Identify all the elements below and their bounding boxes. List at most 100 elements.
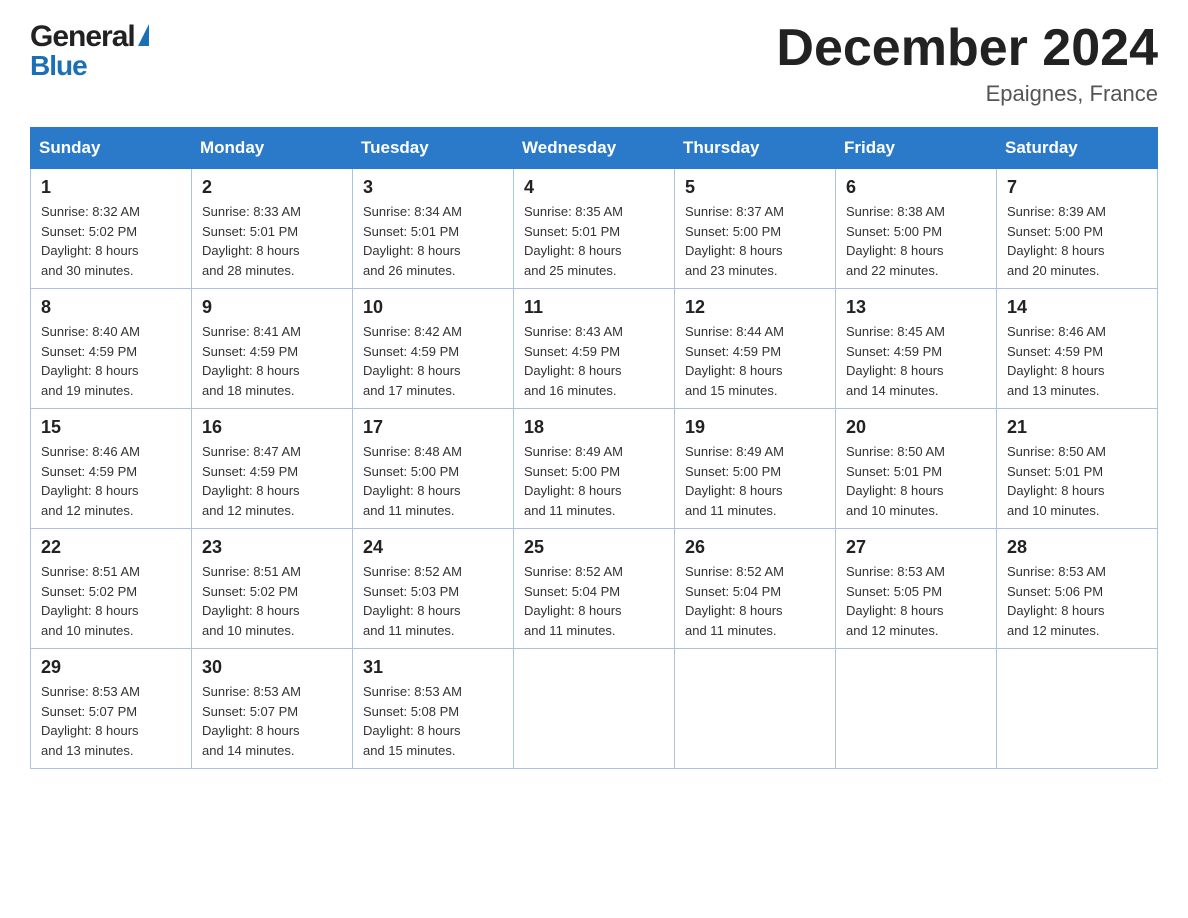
weekday-header-sunday: Sunday xyxy=(31,128,192,169)
calendar-table: SundayMondayTuesdayWednesdayThursdayFrid… xyxy=(30,127,1158,769)
week-row-3: 15 Sunrise: 8:46 AM Sunset: 4:59 PM Dayl… xyxy=(31,409,1158,529)
day-number: 9 xyxy=(202,297,342,318)
day-info: Sunrise: 8:53 AM Sunset: 5:08 PM Dayligh… xyxy=(363,682,503,760)
day-info: Sunrise: 8:42 AM Sunset: 4:59 PM Dayligh… xyxy=(363,322,503,400)
day-number: 28 xyxy=(1007,537,1147,558)
day-info: Sunrise: 8:47 AM Sunset: 4:59 PM Dayligh… xyxy=(202,442,342,520)
logo: General Blue xyxy=(30,20,149,82)
day-info: Sunrise: 8:43 AM Sunset: 4:59 PM Dayligh… xyxy=(524,322,664,400)
calendar-cell xyxy=(997,649,1158,769)
day-info: Sunrise: 8:39 AM Sunset: 5:00 PM Dayligh… xyxy=(1007,202,1147,280)
calendar-cell: 4 Sunrise: 8:35 AM Sunset: 5:01 PM Dayli… xyxy=(514,169,675,289)
calendar-cell: 17 Sunrise: 8:48 AM Sunset: 5:00 PM Dayl… xyxy=(353,409,514,529)
logo-blue-text: Blue xyxy=(30,50,87,82)
day-info: Sunrise: 8:52 AM Sunset: 5:04 PM Dayligh… xyxy=(524,562,664,640)
calendar-cell: 13 Sunrise: 8:45 AM Sunset: 4:59 PM Dayl… xyxy=(836,289,997,409)
calendar-cell: 15 Sunrise: 8:46 AM Sunset: 4:59 PM Dayl… xyxy=(31,409,192,529)
day-number: 20 xyxy=(846,417,986,438)
day-info: Sunrise: 8:33 AM Sunset: 5:01 PM Dayligh… xyxy=(202,202,342,280)
calendar-cell: 20 Sunrise: 8:50 AM Sunset: 5:01 PM Dayl… xyxy=(836,409,997,529)
day-number: 29 xyxy=(41,657,181,678)
calendar-cell: 18 Sunrise: 8:49 AM Sunset: 5:00 PM Dayl… xyxy=(514,409,675,529)
calendar-cell: 29 Sunrise: 8:53 AM Sunset: 5:07 PM Dayl… xyxy=(31,649,192,769)
day-number: 23 xyxy=(202,537,342,558)
day-number: 4 xyxy=(524,177,664,198)
day-info: Sunrise: 8:41 AM Sunset: 4:59 PM Dayligh… xyxy=(202,322,342,400)
calendar-cell: 27 Sunrise: 8:53 AM Sunset: 5:05 PM Dayl… xyxy=(836,529,997,649)
weekday-header-monday: Monday xyxy=(192,128,353,169)
day-info: Sunrise: 8:38 AM Sunset: 5:00 PM Dayligh… xyxy=(846,202,986,280)
calendar-cell: 8 Sunrise: 8:40 AM Sunset: 4:59 PM Dayli… xyxy=(31,289,192,409)
day-number: 1 xyxy=(41,177,181,198)
calendar-cell: 14 Sunrise: 8:46 AM Sunset: 4:59 PM Dayl… xyxy=(997,289,1158,409)
day-number: 30 xyxy=(202,657,342,678)
day-info: Sunrise: 8:34 AM Sunset: 5:01 PM Dayligh… xyxy=(363,202,503,280)
day-number: 7 xyxy=(1007,177,1147,198)
calendar-cell xyxy=(836,649,997,769)
day-number: 26 xyxy=(685,537,825,558)
calendar-cell: 7 Sunrise: 8:39 AM Sunset: 5:00 PM Dayli… xyxy=(997,169,1158,289)
week-row-5: 29 Sunrise: 8:53 AM Sunset: 5:07 PM Dayl… xyxy=(31,649,1158,769)
logo-general-text: General xyxy=(30,20,135,54)
logo-triangle-icon xyxy=(138,24,149,46)
day-number: 22 xyxy=(41,537,181,558)
day-info: Sunrise: 8:51 AM Sunset: 5:02 PM Dayligh… xyxy=(202,562,342,640)
calendar-cell: 30 Sunrise: 8:53 AM Sunset: 5:07 PM Dayl… xyxy=(192,649,353,769)
calendar-cell: 22 Sunrise: 8:51 AM Sunset: 5:02 PM Dayl… xyxy=(31,529,192,649)
calendar-cell: 5 Sunrise: 8:37 AM Sunset: 5:00 PM Dayli… xyxy=(675,169,836,289)
page-header: General Blue December 2024 Epaignes, Fra… xyxy=(30,20,1158,107)
calendar-cell: 21 Sunrise: 8:50 AM Sunset: 5:01 PM Dayl… xyxy=(997,409,1158,529)
day-info: Sunrise: 8:40 AM Sunset: 4:59 PM Dayligh… xyxy=(41,322,181,400)
calendar-cell: 23 Sunrise: 8:51 AM Sunset: 5:02 PM Dayl… xyxy=(192,529,353,649)
weekday-header-wednesday: Wednesday xyxy=(514,128,675,169)
calendar-cell: 6 Sunrise: 8:38 AM Sunset: 5:00 PM Dayli… xyxy=(836,169,997,289)
day-info: Sunrise: 8:53 AM Sunset: 5:07 PM Dayligh… xyxy=(202,682,342,760)
day-number: 14 xyxy=(1007,297,1147,318)
day-info: Sunrise: 8:53 AM Sunset: 5:07 PM Dayligh… xyxy=(41,682,181,760)
day-number: 8 xyxy=(41,297,181,318)
week-row-1: 1 Sunrise: 8:32 AM Sunset: 5:02 PM Dayli… xyxy=(31,169,1158,289)
day-number: 18 xyxy=(524,417,664,438)
calendar-cell: 19 Sunrise: 8:49 AM Sunset: 5:00 PM Dayl… xyxy=(675,409,836,529)
calendar-cell: 16 Sunrise: 8:47 AM Sunset: 4:59 PM Dayl… xyxy=(192,409,353,529)
day-number: 16 xyxy=(202,417,342,438)
calendar-cell: 3 Sunrise: 8:34 AM Sunset: 5:01 PM Dayli… xyxy=(353,169,514,289)
calendar-cell: 9 Sunrise: 8:41 AM Sunset: 4:59 PM Dayli… xyxy=(192,289,353,409)
calendar-cell: 11 Sunrise: 8:43 AM Sunset: 4:59 PM Dayl… xyxy=(514,289,675,409)
day-number: 12 xyxy=(685,297,825,318)
day-info: Sunrise: 8:45 AM Sunset: 4:59 PM Dayligh… xyxy=(846,322,986,400)
calendar-cell: 26 Sunrise: 8:52 AM Sunset: 5:04 PM Dayl… xyxy=(675,529,836,649)
calendar-cell: 28 Sunrise: 8:53 AM Sunset: 5:06 PM Dayl… xyxy=(997,529,1158,649)
weekday-header-saturday: Saturday xyxy=(997,128,1158,169)
day-number: 15 xyxy=(41,417,181,438)
weekday-header-thursday: Thursday xyxy=(675,128,836,169)
day-info: Sunrise: 8:53 AM Sunset: 5:06 PM Dayligh… xyxy=(1007,562,1147,640)
calendar-cell: 10 Sunrise: 8:42 AM Sunset: 4:59 PM Dayl… xyxy=(353,289,514,409)
calendar-cell: 1 Sunrise: 8:32 AM Sunset: 5:02 PM Dayli… xyxy=(31,169,192,289)
day-info: Sunrise: 8:37 AM Sunset: 5:00 PM Dayligh… xyxy=(685,202,825,280)
day-number: 24 xyxy=(363,537,503,558)
day-number: 5 xyxy=(685,177,825,198)
day-info: Sunrise: 8:49 AM Sunset: 5:00 PM Dayligh… xyxy=(524,442,664,520)
day-info: Sunrise: 8:50 AM Sunset: 5:01 PM Dayligh… xyxy=(1007,442,1147,520)
day-info: Sunrise: 8:52 AM Sunset: 5:04 PM Dayligh… xyxy=(685,562,825,640)
calendar-cell: 31 Sunrise: 8:53 AM Sunset: 5:08 PM Dayl… xyxy=(353,649,514,769)
day-number: 17 xyxy=(363,417,503,438)
day-number: 27 xyxy=(846,537,986,558)
weekday-header-row: SundayMondayTuesdayWednesdayThursdayFrid… xyxy=(31,128,1158,169)
day-info: Sunrise: 8:46 AM Sunset: 4:59 PM Dayligh… xyxy=(1007,322,1147,400)
day-number: 10 xyxy=(363,297,503,318)
day-info: Sunrise: 8:50 AM Sunset: 5:01 PM Dayligh… xyxy=(846,442,986,520)
calendar-cell xyxy=(514,649,675,769)
calendar-cell: 2 Sunrise: 8:33 AM Sunset: 5:01 PM Dayli… xyxy=(192,169,353,289)
day-number: 25 xyxy=(524,537,664,558)
day-info: Sunrise: 8:51 AM Sunset: 5:02 PM Dayligh… xyxy=(41,562,181,640)
day-info: Sunrise: 8:35 AM Sunset: 5:01 PM Dayligh… xyxy=(524,202,664,280)
day-info: Sunrise: 8:44 AM Sunset: 4:59 PM Dayligh… xyxy=(685,322,825,400)
day-number: 21 xyxy=(1007,417,1147,438)
calendar-cell: 24 Sunrise: 8:52 AM Sunset: 5:03 PM Dayl… xyxy=(353,529,514,649)
weekday-header-tuesday: Tuesday xyxy=(353,128,514,169)
day-info: Sunrise: 8:46 AM Sunset: 4:59 PM Dayligh… xyxy=(41,442,181,520)
month-title: December 2024 xyxy=(776,20,1158,77)
calendar-cell xyxy=(675,649,836,769)
